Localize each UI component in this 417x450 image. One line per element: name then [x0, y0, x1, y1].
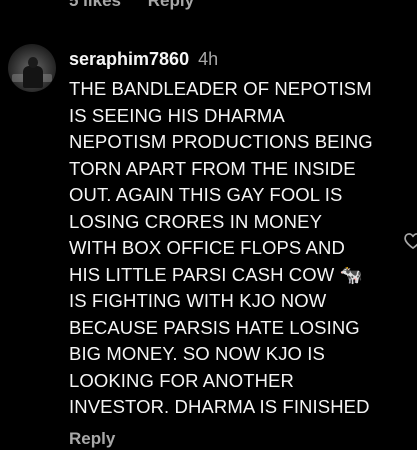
avatar-photo-figure: [23, 66, 43, 88]
heart-icon[interactable]: [403, 231, 417, 251]
comment-username[interactable]: seraphim7860: [69, 49, 189, 69]
comment-header: seraphim7860 4h: [69, 48, 409, 70]
comment-text: THE BANDLEADER OF NEPOTISM IS SEEING HIS…: [69, 78, 373, 417]
previous-comment-reply-button[interactable]: Reply: [148, 0, 194, 10]
reply-button[interactable]: Reply: [69, 429, 115, 449]
comment: seraphim7860 4h THE BANDLEADER OF NEPOTI…: [69, 48, 409, 421]
previous-comment-meta: 5 likes Reply: [69, 0, 216, 11]
avatar[interactable]: [8, 44, 56, 92]
comment-timestamp: 4h: [198, 49, 219, 69]
avatar-photo-head: [28, 57, 38, 68]
previous-comment-likes[interactable]: 5 likes: [69, 0, 121, 10]
